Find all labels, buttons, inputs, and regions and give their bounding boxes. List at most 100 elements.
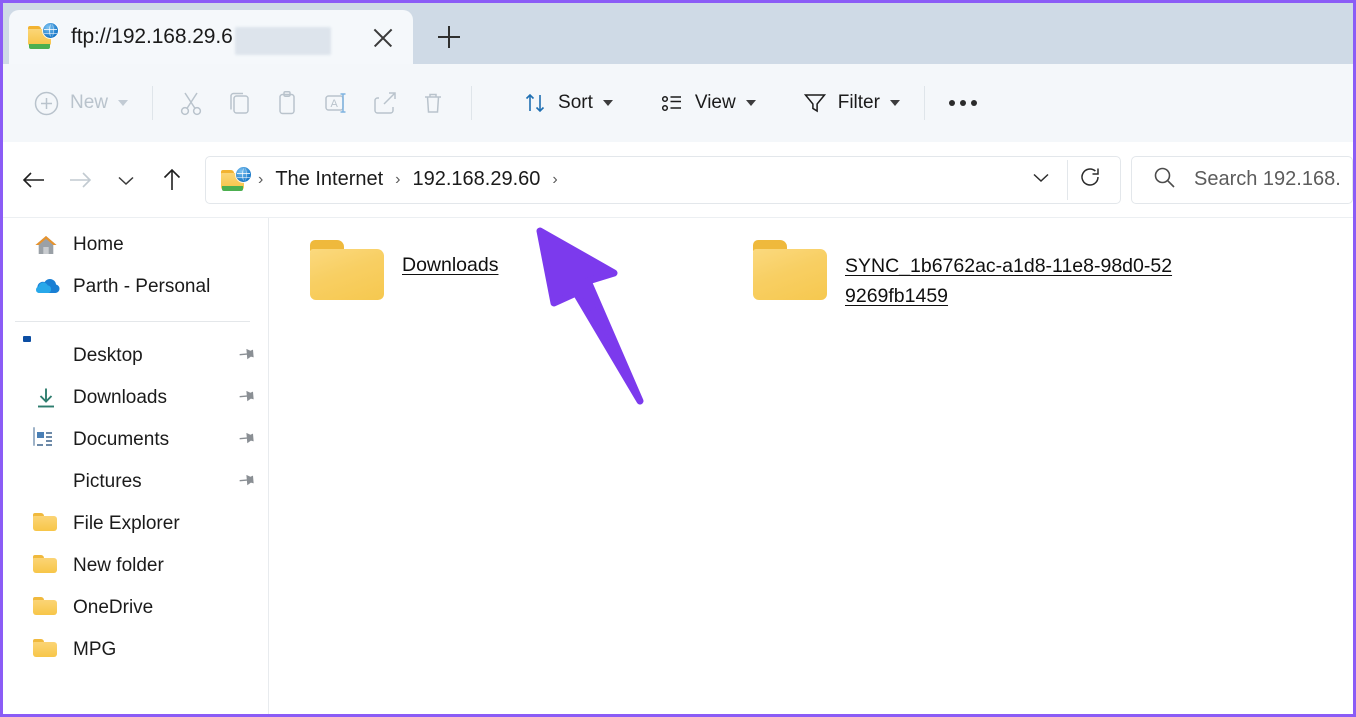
sidebar-item-onedrive[interactable]: OneDrive xyxy=(3,587,268,629)
sidebar-item-desktop[interactable]: Desktop xyxy=(3,335,268,377)
view-button-label: View xyxy=(694,92,736,113)
sort-button[interactable]: Sort xyxy=(512,81,623,125)
breadcrumb[interactable]: › The Internet › 192.168.29.60 › xyxy=(205,155,1121,204)
toolbar-divider-3 xyxy=(923,86,925,120)
folder-icon xyxy=(33,638,59,662)
forward-button[interactable] xyxy=(57,158,103,202)
pin-icon[interactable] xyxy=(228,340,259,372)
file-item-downloads[interactable]: Downloads xyxy=(310,236,498,300)
plus-circle-icon xyxy=(33,90,60,117)
clipboard-icon xyxy=(273,89,301,117)
sidebar-item-label: File Explorer xyxy=(73,513,180,534)
cut-button[interactable] xyxy=(167,81,215,125)
new-tab-button[interactable] xyxy=(413,10,485,64)
rename-button[interactable]: A xyxy=(311,81,361,125)
browser-tab-ftp[interactable]: ftp://192.168.29.6 xyxy=(9,10,413,64)
refresh-button[interactable] xyxy=(1067,159,1112,200)
download-arrow-icon xyxy=(33,386,59,410)
sidebar-item-label: OneDrive xyxy=(73,597,154,618)
file-item-sync-folder[interactable]: SYNC_1b6762ac-a1d8-11e8-98d0-529269fb145… xyxy=(753,236,1180,311)
home-icon xyxy=(33,233,59,257)
file-item-label: SYNC_1b6762ac-a1d8-11e8-98d0-529269fb145… xyxy=(845,255,1173,307)
breadcrumb-separator: › xyxy=(258,170,264,188)
folder-icon xyxy=(33,596,59,620)
previous-locations-button[interactable] xyxy=(1019,160,1063,200)
picture-icon xyxy=(33,470,59,494)
address-bar-row: › The Internet › 192.168.29.60 › Search … xyxy=(3,142,1353,218)
chevron-down-icon xyxy=(118,100,129,106)
command-bar: New A Sort View Filter xyxy=(3,64,1353,142)
up-button[interactable] xyxy=(149,158,195,202)
breadcrumb-separator: › xyxy=(395,170,401,188)
pin-icon[interactable] xyxy=(228,382,259,414)
sidebar-item-new-folder[interactable]: New folder xyxy=(3,545,268,587)
paste-button[interactable] xyxy=(263,81,311,125)
folder-icon xyxy=(33,554,59,578)
view-list-icon xyxy=(659,90,685,116)
ftp-folder-globe-icon xyxy=(27,23,58,51)
sidebar-item-label: Home xyxy=(73,234,124,255)
view-button[interactable]: View xyxy=(649,81,766,125)
sidebar-item-label: Desktop xyxy=(73,345,143,366)
file-explorer-window: ftp://192.168.29.6 New A Sort View Filte… xyxy=(0,0,1356,717)
trash-icon xyxy=(419,89,447,117)
sidebar-item-label: Parth - Personal xyxy=(73,276,211,297)
document-icon xyxy=(33,427,59,452)
title-bar: ftp://192.168.29.6 xyxy=(3,3,1353,64)
onedrive-cloud-icon xyxy=(33,275,60,299)
sidebar-divider xyxy=(15,321,250,322)
rename-icon: A xyxy=(321,89,351,117)
sidebar-item-home[interactable]: Home xyxy=(3,224,268,266)
refresh-icon xyxy=(1078,165,1102,194)
navigation-pane: Home Parth - Personal Desktop Downloads … xyxy=(3,218,269,714)
chevron-down-icon xyxy=(745,100,756,106)
recent-locations-button[interactable] xyxy=(103,158,149,202)
filter-button-label: Filter xyxy=(837,92,880,113)
search-input[interactable]: Search 192.168. xyxy=(1131,155,1353,204)
ellipsis-icon xyxy=(948,100,977,106)
sort-button-label: Sort xyxy=(558,92,593,113)
search-icon xyxy=(1152,165,1176,194)
plus-icon xyxy=(438,26,460,48)
back-button[interactable] xyxy=(11,158,57,202)
breadcrumb-item-host[interactable]: 192.168.29.60 xyxy=(405,164,549,195)
sidebar-item-downloads[interactable]: Downloads xyxy=(3,377,268,419)
file-item-label: Downloads xyxy=(402,254,499,276)
pin-icon[interactable] xyxy=(228,466,259,498)
chevron-down-icon xyxy=(889,100,900,106)
desktop-icon xyxy=(33,344,59,368)
search-placeholder: Search 192.168. xyxy=(1194,168,1341,190)
sidebar-item-label: MPG xyxy=(73,639,117,660)
overflow-menu-button[interactable] xyxy=(939,81,987,125)
sidebar-item-mpg[interactable]: MPG xyxy=(3,629,268,671)
sidebar-item-onedrive-personal[interactable]: Parth - Personal xyxy=(3,266,268,308)
ftp-folder-globe-icon xyxy=(220,166,251,193)
delete-button[interactable] xyxy=(409,81,457,125)
breadcrumb-item-the-internet[interactable]: The Internet xyxy=(267,164,391,195)
folder-icon xyxy=(310,240,384,300)
copy-button[interactable] xyxy=(215,81,263,125)
breadcrumb-separator: › xyxy=(552,170,558,188)
tab-title: ftp://192.168.29.6 xyxy=(71,25,233,48)
sidebar-item-file-explorer[interactable]: File Explorer xyxy=(3,503,268,545)
sidebar-item-label: Downloads xyxy=(73,387,167,408)
file-list-pane: Downloads SYNC_1b6762ac-a1d8-11e8-98d0-5… xyxy=(269,218,1353,714)
folder-icon xyxy=(33,512,59,536)
toolbar-divider xyxy=(152,86,154,120)
filter-button[interactable]: Filter xyxy=(792,81,910,125)
arrow-right-icon xyxy=(66,168,94,192)
content-area: Home Parth - Personal Desktop Downloads … xyxy=(3,218,1353,714)
share-icon xyxy=(371,89,399,117)
scissors-icon xyxy=(177,89,205,117)
sidebar-item-label: Pictures xyxy=(73,471,142,492)
pin-icon[interactable] xyxy=(228,424,259,456)
sidebar-item-documents[interactable]: Documents xyxy=(3,419,268,461)
svg-text:A: A xyxy=(331,98,339,110)
sidebar-item-pictures[interactable]: Pictures xyxy=(3,461,268,503)
filter-funnel-icon xyxy=(802,90,828,116)
new-button[interactable]: New xyxy=(23,81,138,125)
redaction-blur xyxy=(235,27,331,55)
chevron-down-icon xyxy=(1030,167,1052,192)
share-button[interactable] xyxy=(361,81,409,125)
close-icon[interactable] xyxy=(369,24,397,52)
